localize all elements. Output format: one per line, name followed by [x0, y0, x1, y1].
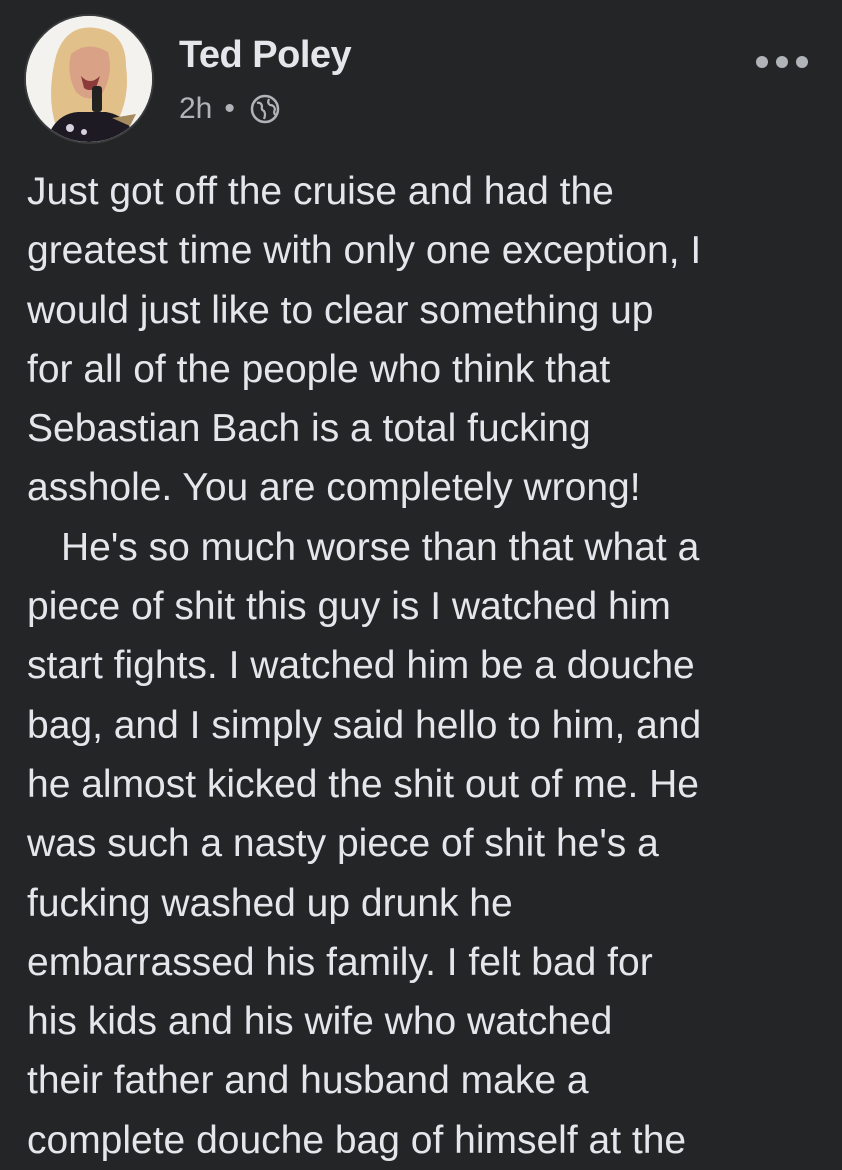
- post-text-line: asshole. You are completely wrong!: [27, 466, 641, 510]
- post-card: Ted Poley 2h • Just got off the cruise a…: [0, 0, 842, 1170]
- more-dot: [776, 56, 788, 68]
- globe-icon[interactable]: [249, 93, 281, 125]
- post-text-line: greatest time with only one exception, I: [27, 229, 702, 273]
- post-text-line: Just got off the cruise and had the: [27, 170, 614, 213]
- more-options-icon[interactable]: [756, 52, 814, 72]
- post-text-line: Sebastian Bach is a total fucking: [27, 407, 591, 451]
- more-dot: [756, 56, 768, 68]
- post-text-line: his kids and his wife who watched: [27, 1000, 613, 1044]
- post-text-line: He's so much worse than that what a: [61, 525, 700, 569]
- post-text-line: piece of shit this guy is I watched him: [27, 585, 671, 629]
- author-avatar[interactable]: [24, 14, 154, 144]
- post-header: Ted Poley 2h •: [24, 14, 824, 144]
- post-text-line: bag, and I simply said hello to him, and: [27, 703, 702, 747]
- more-dot: [796, 56, 808, 68]
- post-text-line: for all of the people who think that: [27, 347, 611, 391]
- post-text-line: their father and husband make a: [27, 1059, 589, 1103]
- post-timestamp[interactable]: 2h: [179, 92, 212, 126]
- post-text-line: would just like to clear something up: [27, 288, 654, 332]
- author-name[interactable]: Ted Poley: [179, 34, 352, 77]
- post-text-line: embarrassed his family. I felt bad for: [27, 940, 653, 984]
- post-text-line: was such a nasty piece of shit he's a: [27, 822, 659, 866]
- post-text-line: complete douche bag of himself at the: [27, 1118, 687, 1162]
- post-text-line: start fights. I watched him be a douche: [27, 644, 695, 688]
- post-meta: 2h •: [179, 91, 281, 127]
- meta-separator: •: [224, 92, 235, 125]
- post-text-line: fucking washed up drunk he: [27, 881, 513, 925]
- post-text: Just got off the cruise and had the grea…: [27, 162, 827, 1170]
- post-text-line: he almost kicked the shit out of me. He: [27, 762, 699, 806]
